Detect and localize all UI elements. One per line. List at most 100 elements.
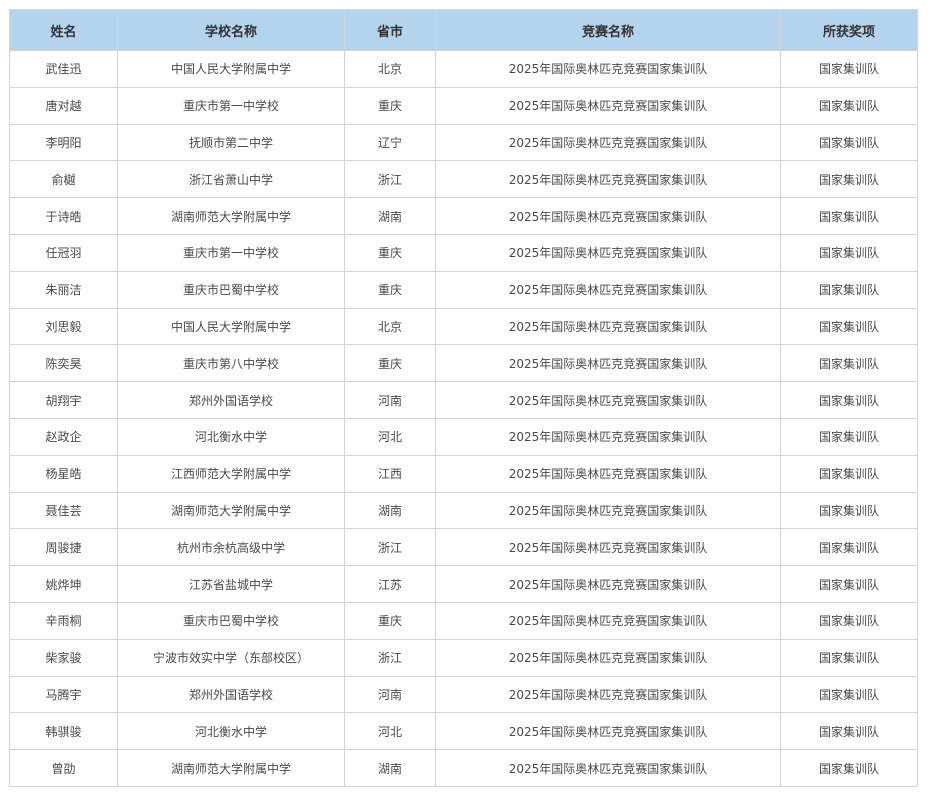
cell-competition: 2025年国际奥林匹克竞赛国家集训队 [435, 86, 781, 125]
cell-school: 重庆市第一中学校 [117, 233, 345, 272]
cell-name: 杨星皓 [9, 454, 118, 493]
table-row: 姚烨坤 江苏省盐城中学 江苏 2025年国际奥林匹克竞赛国家集训队 国家集训队 [9, 565, 918, 603]
header-school: 学校名称 [117, 9, 345, 51]
cell-province: 重庆 [344, 233, 436, 272]
cell-school: 河北衡水中学 [117, 417, 345, 456]
cell-award: 国家集训队 [780, 307, 918, 346]
cell-province: 湖南 [344, 749, 436, 787]
cell-name: 刘思毅 [9, 307, 118, 346]
table-row: 韩骐骏 河北衡水中学 河北 2025年国际奥林匹克竞赛国家集训队 国家集训队 [9, 712, 918, 751]
table-row: 于诗皓 湖南师范大学附属中学 湖南 2025年国际奥林匹克竞赛国家集训队 国家集训队 [9, 197, 918, 235]
cell-competition: 2025年国际奥林匹克竞赛国家集训队 [435, 381, 781, 419]
cell-competition: 2025年国际奥林匹克竞赛国家集训队 [435, 638, 781, 677]
cell-name: 胡翔宇 [9, 381, 118, 419]
table-header: 姓名 学校名称 省市 竞赛名称 所获奖项 [9, 9, 918, 51]
table-row: 曾劭 湖南师范大学附属中学 湖南 2025年国际奥林匹克竞赛国家集训队 国家集训队 [9, 749, 918, 787]
cell-award: 国家集训队 [780, 712, 918, 751]
cell-competition: 2025年国际奥林匹克竞赛国家集训队 [435, 675, 781, 714]
cell-province: 北京 [344, 307, 436, 346]
cell-school: 湖南师范大学附属中学 [117, 197, 345, 235]
cell-name: 俞樾 [9, 160, 118, 199]
table-row: 杨星皓 江西师范大学附属中学 江西 2025年国际奥林匹克竞赛国家集训队 国家集训队 [9, 454, 918, 493]
cell-name: 辛雨桐 [9, 601, 118, 640]
cell-competition: 2025年国际奥林匹克竞赛国家集训队 [435, 344, 781, 383]
cell-award: 国家集训队 [780, 86, 918, 125]
cell-competition: 2025年国际奥林匹克竞赛国家集训队 [435, 270, 781, 309]
table-container: 姓名 学校名称 省市 竞赛名称 所获奖项 武佳迅 中国人民大学附属中学 北京 2025… [9, 9, 918, 787]
header-award: 所获奖项 [780, 9, 918, 51]
cell-province: 河南 [344, 381, 436, 419]
cell-award: 国家集训队 [780, 417, 918, 456]
header-name: 姓名 [9, 9, 118, 51]
cell-award: 国家集训队 [780, 233, 918, 272]
cell-school: 郑州外国语学校 [117, 381, 345, 419]
cell-award: 国家集训队 [780, 749, 918, 787]
cell-province: 辽宁 [344, 123, 436, 162]
cell-name: 武佳迅 [9, 50, 118, 88]
cell-award: 国家集训队 [780, 344, 918, 383]
cell-name: 周骏捷 [9, 528, 118, 567]
table-row: 朱丽洁 重庆市巴蜀中学校 重庆 2025年国际奥林匹克竞赛国家集训队 国家集训队 [9, 270, 918, 309]
cell-province: 重庆 [344, 86, 436, 125]
cell-school: 湖南师范大学附属中学 [117, 749, 345, 787]
cell-province: 河南 [344, 675, 436, 714]
cell-award: 国家集训队 [780, 528, 918, 567]
cell-name: 唐对越 [9, 86, 118, 125]
table-row: 刘思毅 中国人民大学附属中学 北京 2025年国际奥林匹克竞赛国家集训队 国家集训队 [9, 307, 918, 346]
cell-competition: 2025年国际奥林匹克竞赛国家集训队 [435, 601, 781, 640]
table-row: 柴家骏 宁波市效实中学（东部校区） 浙江 2025年国际奥林匹克竞赛国家集训队 国家集训… [9, 638, 918, 677]
cell-school: 重庆市第一中学校 [117, 86, 345, 125]
cell-competition: 2025年国际奥林匹克竞赛国家集训队 [435, 233, 781, 272]
cell-province: 浙江 [344, 528, 436, 567]
cell-school: 重庆市第八中学校 [117, 344, 345, 383]
cell-award: 国家集训队 [780, 123, 918, 162]
cell-school: 中国人民大学附属中学 [117, 50, 345, 88]
cell-award: 国家集训队 [780, 197, 918, 235]
cell-competition: 2025年国际奥林匹克竞赛国家集训队 [435, 528, 781, 567]
table-row: 马腾宇 郑州外国语学校 河南 2025年国际奥林匹克竞赛国家集训队 国家集训队 [9, 675, 918, 714]
header-row: 姓名 学校名称 省市 竞赛名称 所获奖项 [9, 9, 918, 51]
cell-award: 国家集训队 [780, 638, 918, 677]
cell-award: 国家集训队 [780, 491, 918, 530]
cell-province: 浙江 [344, 638, 436, 677]
cell-name: 陈奕昊 [9, 344, 118, 383]
cell-competition: 2025年国际奥林匹克竞赛国家集训队 [435, 749, 781, 787]
cell-school: 重庆市巴蜀中学校 [117, 601, 345, 640]
cell-name: 韩骐骏 [9, 712, 118, 751]
cell-competition: 2025年国际奥林匹克竞赛国家集训队 [435, 197, 781, 235]
cell-province: 江苏 [344, 565, 436, 603]
cell-province: 湖南 [344, 491, 436, 530]
cell-competition: 2025年国际奥林匹克竞赛国家集训队 [435, 123, 781, 162]
cell-province: 北京 [344, 50, 436, 88]
table-row: 武佳迅 中国人民大学附属中学 北京 2025年国际奥林匹克竞赛国家集训队 国家集训队 [9, 50, 918, 88]
table-row: 聂佳芸 湖南师范大学附属中学 湖南 2025年国际奥林匹克竞赛国家集训队 国家集训队 [9, 491, 918, 530]
cell-province: 重庆 [344, 601, 436, 640]
cell-name: 姚烨坤 [9, 565, 118, 603]
cell-competition: 2025年国际奥林匹克竞赛国家集训队 [435, 50, 781, 88]
table-row: 周骏捷 杭州市余杭高级中学 浙江 2025年国际奥林匹克竞赛国家集训队 国家集训队 [9, 528, 918, 567]
cell-competition: 2025年国际奥林匹克竞赛国家集训队 [435, 307, 781, 346]
cell-province: 重庆 [344, 270, 436, 309]
cell-school: 浙江省萧山中学 [117, 160, 345, 199]
cell-competition: 2025年国际奥林匹克竞赛国家集训队 [435, 417, 781, 456]
cell-award: 国家集训队 [780, 50, 918, 88]
cell-province: 江西 [344, 454, 436, 493]
cell-school: 湖南师范大学附属中学 [117, 491, 345, 530]
cell-school: 中国人民大学附属中学 [117, 307, 345, 346]
cell-school: 杭州市余杭高级中学 [117, 528, 345, 567]
table-row: 赵政企 河北衡水中学 河北 2025年国际奥林匹克竞赛国家集训队 国家集训队 [9, 417, 918, 456]
cell-name: 于诗皓 [9, 197, 118, 235]
cell-competition: 2025年国际奥林匹克竞赛国家集训队 [435, 565, 781, 603]
table-row: 李明阳 抚顺市第二中学 辽宁 2025年国际奥林匹克竞赛国家集训队 国家集训队 [9, 123, 918, 162]
header-competition: 竞赛名称 [435, 9, 781, 51]
cell-award: 国家集训队 [780, 160, 918, 199]
cell-school: 河北衡水中学 [117, 712, 345, 751]
cell-school: 抚顺市第二中学 [117, 123, 345, 162]
cell-name: 聂佳芸 [9, 491, 118, 530]
cell-school: 江苏省盐城中学 [117, 565, 345, 603]
cell-award: 国家集训队 [780, 565, 918, 603]
table-row: 胡翔宇 郑州外国语学校 河南 2025年国际奥林匹克竞赛国家集训队 国家集训队 [9, 381, 918, 419]
header-province: 省市 [344, 9, 436, 51]
cell-name: 曾劭 [9, 749, 118, 787]
cell-competition: 2025年国际奥林匹克竞赛国家集训队 [435, 454, 781, 493]
